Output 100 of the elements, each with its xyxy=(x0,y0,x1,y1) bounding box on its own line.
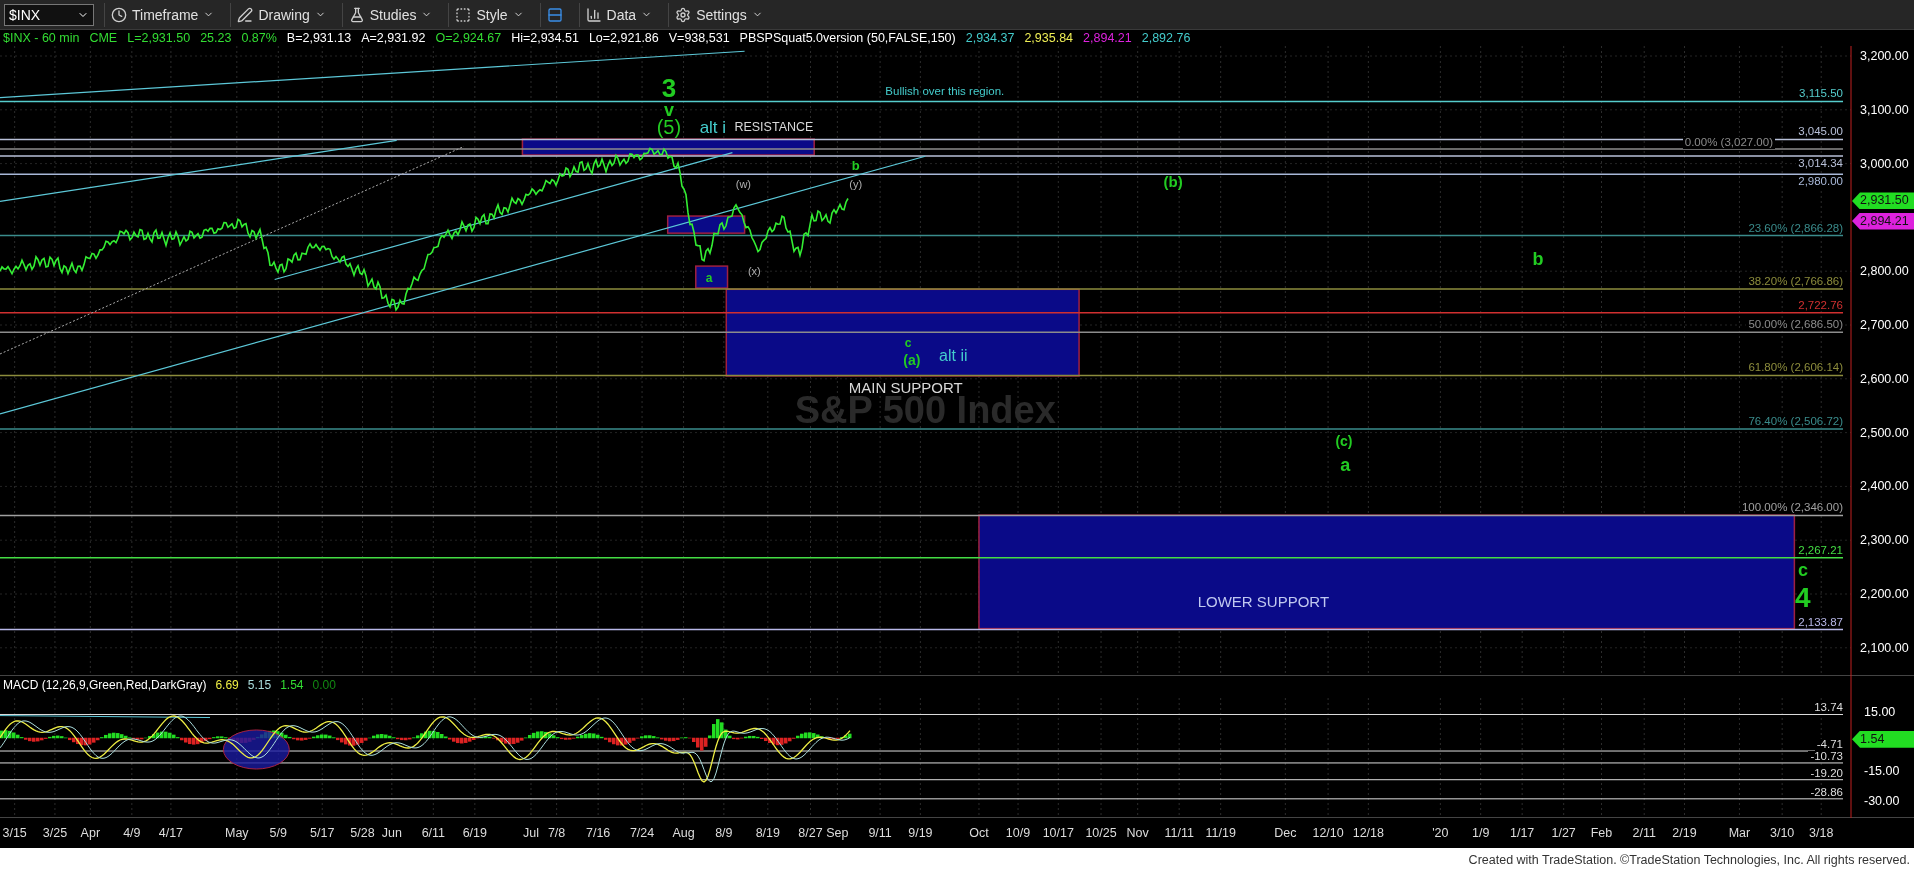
date-label: 3/25 xyxy=(42,827,68,840)
date-label: 3/15 xyxy=(2,827,27,840)
axis-label: 2,300.00 xyxy=(1860,534,1909,547)
header-value: O=2,924.67 xyxy=(435,31,502,45)
wave-label: 3 xyxy=(661,74,677,101)
zone-box xyxy=(695,265,729,289)
date-label: 10/17 xyxy=(1042,827,1074,840)
flask-icon xyxy=(348,6,365,23)
axis-label: -30.00 xyxy=(1864,795,1900,808)
level-label: 50.00% (2,686.50) xyxy=(1746,319,1845,331)
date-label: 10/9 xyxy=(1005,827,1031,840)
date-label: 12/18 xyxy=(1352,827,1384,840)
date-label: 7/16 xyxy=(585,827,611,840)
date-label: 3/10 xyxy=(1770,827,1795,840)
toolbar-button[interactable]: Drawing xyxy=(230,2,332,27)
date-label: 8/27 xyxy=(798,827,823,840)
wave-label: (y) xyxy=(849,178,863,190)
date-label: Aug xyxy=(672,827,695,840)
level-label: 61.80% (2,606.14) xyxy=(1746,362,1845,374)
wave-label: v xyxy=(663,100,674,119)
header-value: PBSPSquat5.0version (50,FALSE,150) xyxy=(739,31,956,45)
wave-label: (b) xyxy=(1163,173,1183,189)
header-value: 25.23 xyxy=(200,31,232,45)
date-label: Nov xyxy=(1126,827,1149,840)
axis-label: 15.00 xyxy=(1864,706,1896,719)
level-label: 3,115.50 xyxy=(1797,88,1845,100)
stacked-rows-icon xyxy=(546,6,563,23)
level-label: 2,267.21 xyxy=(1796,544,1845,557)
date-label: Jun xyxy=(381,827,402,840)
axis-label: 3,000.00 xyxy=(1860,157,1909,171)
date-label: 9/19 xyxy=(908,827,933,840)
level-label: -28.86 xyxy=(1808,786,1845,799)
header-value: Lo=2,921.86 xyxy=(588,31,659,45)
toolbar-button[interactable]: Style xyxy=(448,2,530,27)
date-label: Mar xyxy=(1728,827,1751,840)
wave-label: (w) xyxy=(735,178,751,190)
wave-label: c xyxy=(1797,561,1808,580)
header-value: 0.87% xyxy=(241,31,277,45)
header-value: Hi=2,934.51 xyxy=(511,31,579,45)
date-label: 10/25 xyxy=(1085,827,1117,840)
indicator-value: 1.54 xyxy=(280,678,304,692)
wave-label: alt i xyxy=(699,118,727,136)
price-tag: 2,894.21 xyxy=(1852,212,1914,230)
header-value: L=2,931.50 xyxy=(127,31,191,45)
zone-label: MAIN SUPPORT xyxy=(848,379,963,395)
level-label: -19.20 xyxy=(1808,767,1845,780)
toolbar-button[interactable]: Timeframe xyxy=(104,2,221,27)
axis-label: 2,100.00 xyxy=(1860,641,1909,655)
wave-label: 4 xyxy=(1795,584,1811,613)
date-label: 8/19 xyxy=(755,827,780,840)
date-label: 2/11 xyxy=(1632,827,1656,840)
wave-label: alt ii xyxy=(939,348,968,365)
toolbar-button[interactable]: Studies xyxy=(341,2,439,27)
level-label: 3,045.00 xyxy=(1796,126,1845,138)
date-label: 1/9 xyxy=(1471,827,1490,840)
toolbar-button[interactable]: Data xyxy=(578,2,659,27)
level-label: 2,980.00 xyxy=(1796,176,1845,188)
axis-label: 2,600.00 xyxy=(1860,372,1909,386)
axis-label: 2,700.00 xyxy=(1860,319,1909,332)
level-label: 38.20% (2,766.86) xyxy=(1746,276,1845,288)
wave-label: b xyxy=(851,158,860,172)
date-label: 7/8 xyxy=(547,827,566,840)
level-label: 0.00% (3,027.00) xyxy=(1682,137,1775,149)
level-label: 13.74 xyxy=(1812,702,1845,714)
clock-icon xyxy=(111,6,127,23)
level-label: 2,133.87 xyxy=(1796,616,1845,629)
date-label: 4/17 xyxy=(158,827,184,840)
header-value: B=2,931.13 xyxy=(286,31,352,45)
symbol-field[interactable]: $INX xyxy=(4,3,94,26)
indicator-value: 0.00 xyxy=(312,678,336,692)
copyright-text: Created with TradeStation. ©TradeStation Technologies, Inc. All rights reserved. xyxy=(1468,852,1910,867)
indicator-title: MACD (12,26,9,Green,Red,DarkGray) xyxy=(3,678,207,692)
date-label: 9/11 xyxy=(868,827,892,840)
date-label: 6/11 xyxy=(421,827,446,840)
date-label: Oct xyxy=(969,827,989,840)
header-value: 2,934.37 xyxy=(965,31,1015,45)
date-label: 2/19 xyxy=(1672,827,1697,840)
date-label: 1/27 xyxy=(1551,827,1576,840)
header-value: 2,935.84 xyxy=(1024,31,1074,45)
axis-label: 3,200.00 xyxy=(1860,50,1909,63)
date-label: 6/19 xyxy=(462,827,487,840)
wave-label: (x) xyxy=(747,265,761,277)
wave-label: a xyxy=(1340,456,1351,475)
date-label: 11/19 xyxy=(1205,827,1236,840)
wave-label: c xyxy=(904,337,912,349)
date-label: 5/9 xyxy=(269,827,287,840)
indicator-value: 5.15 xyxy=(247,678,272,692)
axis-label: 2,800.00 xyxy=(1860,265,1909,278)
toolbar-button[interactable]: Settings xyxy=(668,2,769,27)
header-value: 2,892.76 xyxy=(1141,31,1191,45)
axis-label: 2,500.00 xyxy=(1860,426,1909,440)
date-label: 5/28 xyxy=(350,827,375,840)
date-label: Feb xyxy=(1590,827,1613,840)
dashed-square-icon xyxy=(455,6,472,23)
header-value: CME xyxy=(89,31,118,45)
highlight-ellipse xyxy=(222,729,290,770)
level-label: 100.00% (2,346.00) xyxy=(1739,502,1845,514)
axis-label: 2,400.00 xyxy=(1860,480,1909,493)
date-label: 5/17 xyxy=(310,827,335,840)
wave-label: (c) xyxy=(1335,433,1353,448)
